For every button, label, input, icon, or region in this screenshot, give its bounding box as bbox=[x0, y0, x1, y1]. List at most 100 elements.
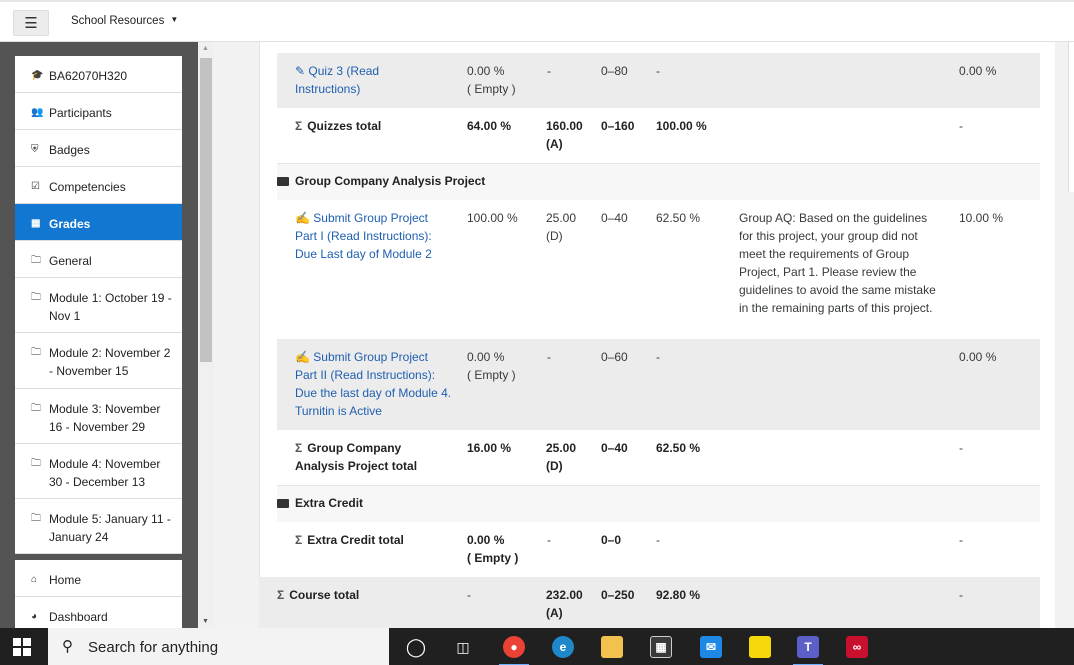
store-icon[interactable]: ▦ bbox=[650, 636, 672, 658]
sidebar-item-badges[interactable]: ⛨ Badges bbox=[15, 130, 182, 167]
scrollbar-thumb[interactable] bbox=[200, 58, 212, 362]
sidebar-item-grades[interactable]: ▦ Grades bbox=[15, 204, 182, 241]
grade-item-name[interactable]: Submit Group Project bbox=[313, 211, 428, 225]
sidebar-item-home[interactable]: ⌂ Home bbox=[15, 560, 182, 597]
mail-icon[interactable]: ✉ bbox=[700, 636, 722, 658]
grade-item-group-project-1[interactable]: ✍ Submit Group Project Part I (Read Inst… bbox=[295, 209, 432, 263]
category-title: Group Company Analysis Project bbox=[277, 174, 485, 188]
windows-start-icon[interactable] bbox=[13, 638, 31, 656]
sidebar-item-label: Participants bbox=[49, 106, 112, 120]
sigma-icon: Σ bbox=[295, 119, 303, 133]
caret-down-icon: ▼ bbox=[170, 15, 179, 24]
range-cell: 0–250 bbox=[601, 588, 635, 602]
category-total-label: Σ Group Company Analysis Project total bbox=[295, 441, 418, 473]
folder-icon: 🗀 bbox=[31, 255, 41, 266]
search-placeholder: Search for anything bbox=[88, 639, 219, 656]
checkbox-icon: ☑ bbox=[31, 181, 40, 192]
sidebar-item-label: Module 4: November 30 - December 13 bbox=[49, 457, 161, 489]
school-resources-label: School Resources bbox=[71, 15, 165, 27]
sticky-notes-icon[interactable] bbox=[749, 636, 771, 658]
users-icon: 👥 bbox=[31, 107, 44, 118]
grade-row-quizzes-total: Σ Quizzes total 64.00 % 160.00 (A) 0–160 … bbox=[277, 108, 1040, 163]
contribution-cell: - bbox=[959, 119, 963, 133]
contribution-cell: 10.00 % bbox=[959, 211, 1004, 225]
contribution-cell: - bbox=[959, 441, 963, 455]
grade-cell: 160.00 (A) bbox=[546, 119, 583, 151]
sidebar-item-label: BA62070H320 bbox=[49, 69, 128, 83]
sidebar-item-label: Module 5: January 11 - January 24 bbox=[49, 512, 171, 544]
school-resources-menu[interactable]: School Resources ▼ bbox=[71, 15, 178, 27]
category-total-label: Σ Extra Credit total bbox=[295, 533, 404, 547]
grade-row-group-total: Σ Group Company Analysis Project total 16… bbox=[277, 430, 1040, 485]
sidebar-item-module-3[interactable]: 🗀 Module 3: November 16 - November 29 bbox=[15, 389, 182, 444]
task-view-icon[interactable]: ◫ bbox=[452, 636, 474, 658]
drawer-scrollbar[interactable]: ▲ ▼ bbox=[198, 42, 214, 628]
grade-item-name[interactable]: Instructions) bbox=[295, 82, 360, 96]
shield-icon: ⛨ bbox=[31, 144, 39, 155]
grade-item-name[interactable]: Submit Group Project bbox=[313, 350, 428, 364]
assignment-icon: ✍ bbox=[295, 350, 310, 364]
weight-empty: ( Empty ) bbox=[467, 82, 516, 96]
sidebar-item-label: Grades bbox=[49, 217, 91, 231]
range-cell: 0–160 bbox=[601, 119, 635, 133]
quiz-icon: ✎ bbox=[295, 64, 306, 78]
weight-cell: - bbox=[467, 588, 471, 602]
grade-item-name[interactable]: Part II (Read Instructions): bbox=[295, 368, 435, 382]
chrome-icon[interactable]: ● bbox=[499, 636, 529, 665]
sidebar-item-module-1[interactable]: 🗀 Module 1: October 19 - Nov 1 bbox=[15, 278, 182, 333]
folder-icon: 🗀 bbox=[31, 513, 41, 524]
grade-item-name[interactable]: Quiz 3 (Read bbox=[308, 64, 379, 78]
sigma-icon: Σ bbox=[295, 441, 303, 455]
range-cell: 0–60 bbox=[601, 350, 628, 364]
grade-item-group-project-2[interactable]: ✍ Submit Group Project Part II (Read Ins… bbox=[295, 348, 451, 420]
range-cell: 0–40 bbox=[601, 211, 628, 225]
grade-item-name[interactable]: Due Last day of Module 2 bbox=[295, 247, 432, 261]
taskbar-search[interactable]: ⚲ Search for anything bbox=[48, 628, 389, 665]
sidebar-item-competencies[interactable]: ☑ Competencies bbox=[15, 167, 182, 204]
contribution-cell: 0.00 % bbox=[959, 64, 997, 78]
folder-icon: 🗀 bbox=[31, 292, 41, 303]
percentage-cell: - bbox=[656, 533, 660, 547]
category-total-label: Σ Quizzes total bbox=[295, 119, 382, 133]
sidebar-item-course[interactable]: 🎓 BA62070H320 bbox=[15, 56, 182, 93]
percentage-cell: - bbox=[656, 64, 660, 78]
creative-cloud-icon[interactable]: ∞ bbox=[846, 636, 868, 658]
course-total-label: Σ Course total bbox=[277, 588, 360, 602]
percentage-cell: 62.50 % bbox=[656, 211, 701, 225]
right-card-edge bbox=[1068, 42, 1074, 192]
percentage-cell: 100.00 % bbox=[656, 119, 707, 133]
scroll-down-icon[interactable]: ▼ bbox=[202, 618, 209, 625]
grade-row-group-project-1: ✍ Submit Group Project Part I (Read Inst… bbox=[277, 200, 1040, 339]
edge-icon[interactable]: e bbox=[552, 636, 574, 658]
top-navbar: ☰ School Resources ▼ bbox=[0, 0, 1074, 42]
sidebar-item-label: Badges bbox=[49, 143, 90, 157]
sidebar-item-module-4[interactable]: 🗀 Module 4: November 30 - December 13 bbox=[15, 444, 182, 499]
grade-row-quiz-3: ✎ Quiz 3 (Read Instructions) 0.00 % ( Em… bbox=[277, 53, 1040, 108]
scroll-up-icon[interactable]: ▲ bbox=[202, 45, 209, 52]
grade-item-name[interactable]: Turnitin is Active bbox=[295, 404, 382, 418]
weight-cell: 16.00 % bbox=[467, 441, 512, 455]
weight-cell: 64.00 % bbox=[467, 119, 512, 133]
weight-cell: 0.00 % ( Empty ) bbox=[467, 350, 516, 382]
sidebar-item-label: General bbox=[49, 254, 92, 268]
grade-item-quiz-3[interactable]: ✎ Quiz 3 (Read Instructions) bbox=[295, 62, 379, 98]
grade-item-name[interactable]: Part I (Read Instructions): bbox=[295, 229, 432, 243]
folder-icon: 🗀 bbox=[31, 347, 41, 358]
teams-icon[interactable]: T bbox=[793, 636, 823, 665]
cortana-icon[interactable]: ◯ bbox=[405, 636, 427, 658]
contribution-cell: 0.00 % bbox=[959, 350, 997, 364]
file-explorer-icon[interactable] bbox=[601, 636, 623, 658]
sidebar-item-label: Dashboard bbox=[49, 610, 108, 624]
sidebar-item-module-2[interactable]: 🗀 Module 2: November 2 - November 15 bbox=[15, 333, 182, 389]
sidebar-item-module-5[interactable]: 🗀 Module 5: January 11 - January 24 bbox=[15, 499, 182, 554]
grade-cell: - bbox=[547, 533, 551, 547]
sidebar-item-label: Home bbox=[49, 573, 82, 587]
category-row-group-project: Group Company Analysis Project bbox=[277, 163, 1040, 200]
grade-row-course-total: Σ Course total - 232.00 (A) 0–250 92.80 %… bbox=[259, 577, 1040, 628]
sidebar-item-general[interactable]: 🗀 General bbox=[15, 241, 182, 278]
sidebar-item-dashboard[interactable]: ◕ Dashboard bbox=[15, 597, 182, 628]
nav-drawer: 🎓 BA62070H320 👥 Participants ⛨ Badges ☑ … bbox=[0, 42, 198, 628]
grade-item-name[interactable]: Due the last day of Module 4. bbox=[295, 386, 451, 400]
hamburger-icon[interactable]: ☰ bbox=[13, 10, 49, 36]
sidebar-item-participants[interactable]: 👥 Participants bbox=[15, 93, 182, 130]
